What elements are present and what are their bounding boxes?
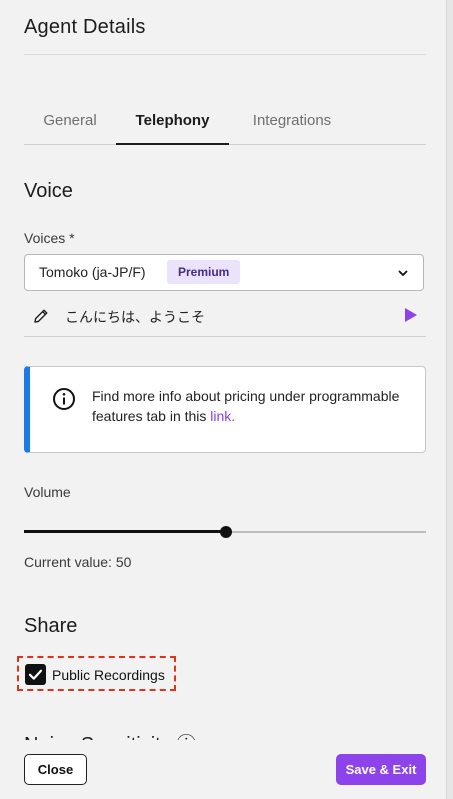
selected-voice: Tomoko (ja-JP/F) (39, 264, 146, 280)
info-message: Find more info about pricing under progr… (92, 388, 400, 424)
tab-telephony[interactable]: Telephony (116, 104, 229, 145)
voice-section-title: Voice (24, 180, 73, 202)
footer-actions: Close Save & Exit (0, 740, 446, 799)
close-button[interactable]: Close (24, 754, 87, 785)
public-recordings-checkbox[interactable] (25, 664, 46, 685)
volume-slider-thumb[interactable] (220, 526, 232, 538)
voices-field-label: Voices * (24, 230, 75, 246)
public-recordings-label: Public Recordings (52, 667, 165, 683)
pricing-link[interactable]: link. (210, 408, 235, 424)
noise-sensitivity-title: Noise Sensitivity ⓘ (24, 728, 196, 740)
save-exit-button[interactable]: Save & Exit (336, 754, 426, 785)
public-recordings-option[interactable]: Public Recordings (17, 656, 176, 691)
volume-current-value: Current value: 50 (24, 554, 132, 570)
volume-label: Volume (24, 484, 71, 500)
page-title: Agent Details (24, 16, 146, 38)
volume-slider[interactable] (24, 522, 426, 542)
info-text: Find more info about pricing under progr… (92, 386, 412, 426)
play-icon[interactable] (404, 307, 418, 323)
tab-integrations[interactable]: Integrations (229, 104, 355, 144)
premium-badge: Premium (167, 260, 241, 284)
tab-bar: General Telephony Integrations (24, 104, 426, 145)
pricing-info-box: Find more info about pricing under progr… (24, 366, 426, 453)
voice-preview-row: こんにちは、ようこそ (24, 300, 426, 337)
chevron-down-icon (398, 270, 408, 276)
share-section-title: Share (24, 615, 78, 637)
info-icon (53, 388, 75, 410)
preview-text[interactable]: こんにちは、ようこそ (65, 307, 205, 327)
checkmark-icon (28, 669, 43, 680)
noise-sensitivity-heading: Noise Sensitivity ⓘ (24, 728, 426, 740)
window-edge (446, 0, 453, 799)
tab-general[interactable]: General (24, 104, 116, 144)
voice-select[interactable]: Tomoko (ja-JP/F) Premium (24, 254, 424, 291)
agent-details-panel: Agent Details General Telephony Integrat… (0, 0, 446, 799)
volume-slider-fill (24, 530, 226, 533)
pencil-icon[interactable] (32, 307, 50, 325)
title-divider (24, 54, 426, 55)
